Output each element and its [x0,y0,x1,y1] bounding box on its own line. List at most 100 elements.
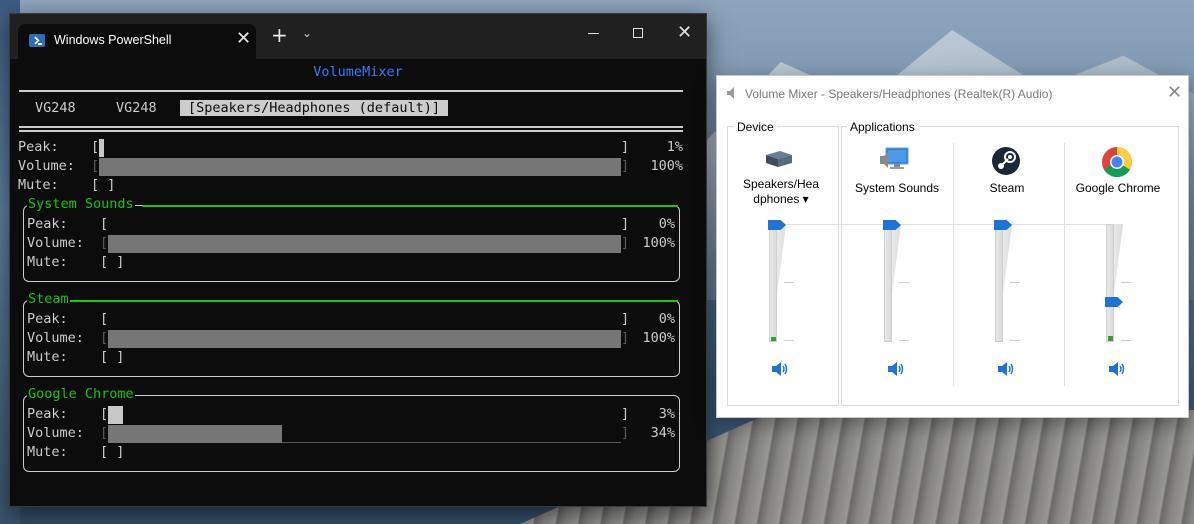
device-label[interactable]: Speakers/Hea dphones ▾ [731,177,831,207]
master-peak-meter [99,139,621,157]
group-system-sounds: System Sounds Peak: [ ] 0% Volume: [ ] 1… [23,196,680,282]
volume-value: 100% [642,330,675,346]
speaker-title-icon [727,87,734,99]
volume-bar[interactable] [108,330,621,348]
mute-checkbox[interactable]: [ ] [100,444,124,460]
maximize-button[interactable] [633,28,643,38]
mute-label: Mute: [27,254,68,270]
peak-label: Peak: [18,139,59,155]
mixer-close-button[interactable]: ✕ [1167,82,1182,103]
steam-slider-track[interactable] [995,224,1003,342]
app-label-system-sounds: System Sounds [854,181,940,195]
volume-fill [108,330,621,348]
slider-tick [1010,282,1020,283]
volume-label: Volume: [27,330,84,346]
volume-label: Volume: [18,158,75,174]
mute-checkbox[interactable]: [ ] [100,349,124,365]
volume-fill [99,158,621,176]
volume-fill [108,235,621,253]
level-reference-line [777,224,1117,225]
device-tab-speakers[interactable]: [Speakers/Headphones (default)] [180,100,448,116]
volume-value: 100% [650,158,683,174]
chrome-mute-icon[interactable] [1108,361,1126,377]
master-volume-bar[interactable] [99,158,621,176]
tab-title: Windows PowerShell [54,33,172,47]
device-peak-meter [771,337,776,341]
divider-mid-1 [19,126,683,128]
volume-fill [108,425,282,443]
steam-icon [992,147,1020,175]
system-sounds-mute-icon[interactable] [887,361,905,377]
bracket-open: [ [100,235,109,251]
peak-label: Peak: [27,311,68,327]
mute-label: Mute: [18,177,59,193]
group-title: Steam [27,291,70,307]
peak-meter [108,216,621,234]
device-dropdown-icon[interactable]: ▾ [803,192,809,206]
speaker-device-icon [766,151,792,167]
peak-value: 0% [658,216,675,232]
system-sounds-slider-track[interactable] [884,224,892,342]
group-steam: Steam Peak: [ ] 0% Volume: [ ] 100% Mute… [23,291,680,377]
peak-meter [108,406,621,424]
slider-tick [1121,282,1131,283]
volume-label: Volume: [27,425,84,441]
bracket-open: [ [100,330,109,346]
mute-label: Mute: [27,444,68,460]
close-window-button[interactable]: ✕ [677,22,692,43]
bracket-open: [ [100,425,109,441]
slider-tick [1010,340,1020,341]
minimize-button[interactable] [588,33,599,34]
peak-meter [108,311,621,329]
chrome-peak-meter [1108,336,1113,341]
peak-label: Peak: [27,216,68,232]
app-label-steam: Steam [989,181,1025,195]
tab-close-icon[interactable]: ✕ [236,28,251,49]
slider-tick [1121,340,1131,341]
tab-windows-powershell[interactable]: Windows PowerShell ✕ [18,24,256,59]
chrome-slider-track[interactable] [1106,224,1114,342]
powershell-window: Windows PowerShell ✕ + ⌄ ✕ VolumeMixer V… [9,13,707,507]
group-title: System Sounds [27,196,135,212]
volume-bar[interactable] [108,425,621,443]
bracket-open: [ [91,139,100,155]
slider-tick [784,282,794,283]
column-separator [953,143,954,386]
volume-value: 100% [642,235,675,251]
terminal-titlebar[interactable]: Windows PowerShell ✕ + ⌄ ✕ [10,14,706,59]
mute-label: Mute: [27,349,68,365]
applications-legend: Applications [847,120,918,134]
tab-dropdown-icon[interactable]: ⌄ [302,26,312,40]
group-title-line [142,205,678,207]
slider-tick [899,340,909,341]
peak-label: Peak: [27,406,68,422]
device-label-line2: dphones [753,192,800,206]
device-legend: Device [734,120,777,134]
new-tab-button[interactable]: + [271,25,288,45]
device-tab-vg248-1[interactable]: VG248 [35,100,76,116]
volume-mixer-window: Volume Mixer - Speakers/Headphones (Real… [716,75,1189,418]
powershell-icon [29,34,45,47]
system-sounds-icon [880,147,909,169]
mute-checkbox[interactable]: [ ] [91,177,115,193]
bracket-open: [ [100,311,109,327]
volume-bar[interactable] [108,235,621,253]
divider-mid-2 [19,130,683,132]
steam-mute-icon[interactable] [997,361,1015,377]
device-tab-vg248-2[interactable]: VG248 [116,100,157,116]
peak-value: 1% [666,139,683,155]
column-separator [1064,143,1065,386]
app-label-google-chrome: Google Chrome [1075,181,1161,195]
device-mute-icon[interactable] [771,361,789,377]
peak-fill [108,406,123,424]
bracket-open: [ [100,216,109,232]
volume-label: Volume: [27,235,84,251]
chrome-icon [1102,147,1133,178]
peak-value: 0% [658,311,675,327]
slider-tick [899,282,909,283]
bracket-open: [ [91,158,100,174]
mute-checkbox[interactable]: [ ] [100,254,124,270]
slider-tick [784,340,794,341]
group-title: Google Chrome [27,386,135,402]
device-slider-track[interactable] [769,224,777,342]
